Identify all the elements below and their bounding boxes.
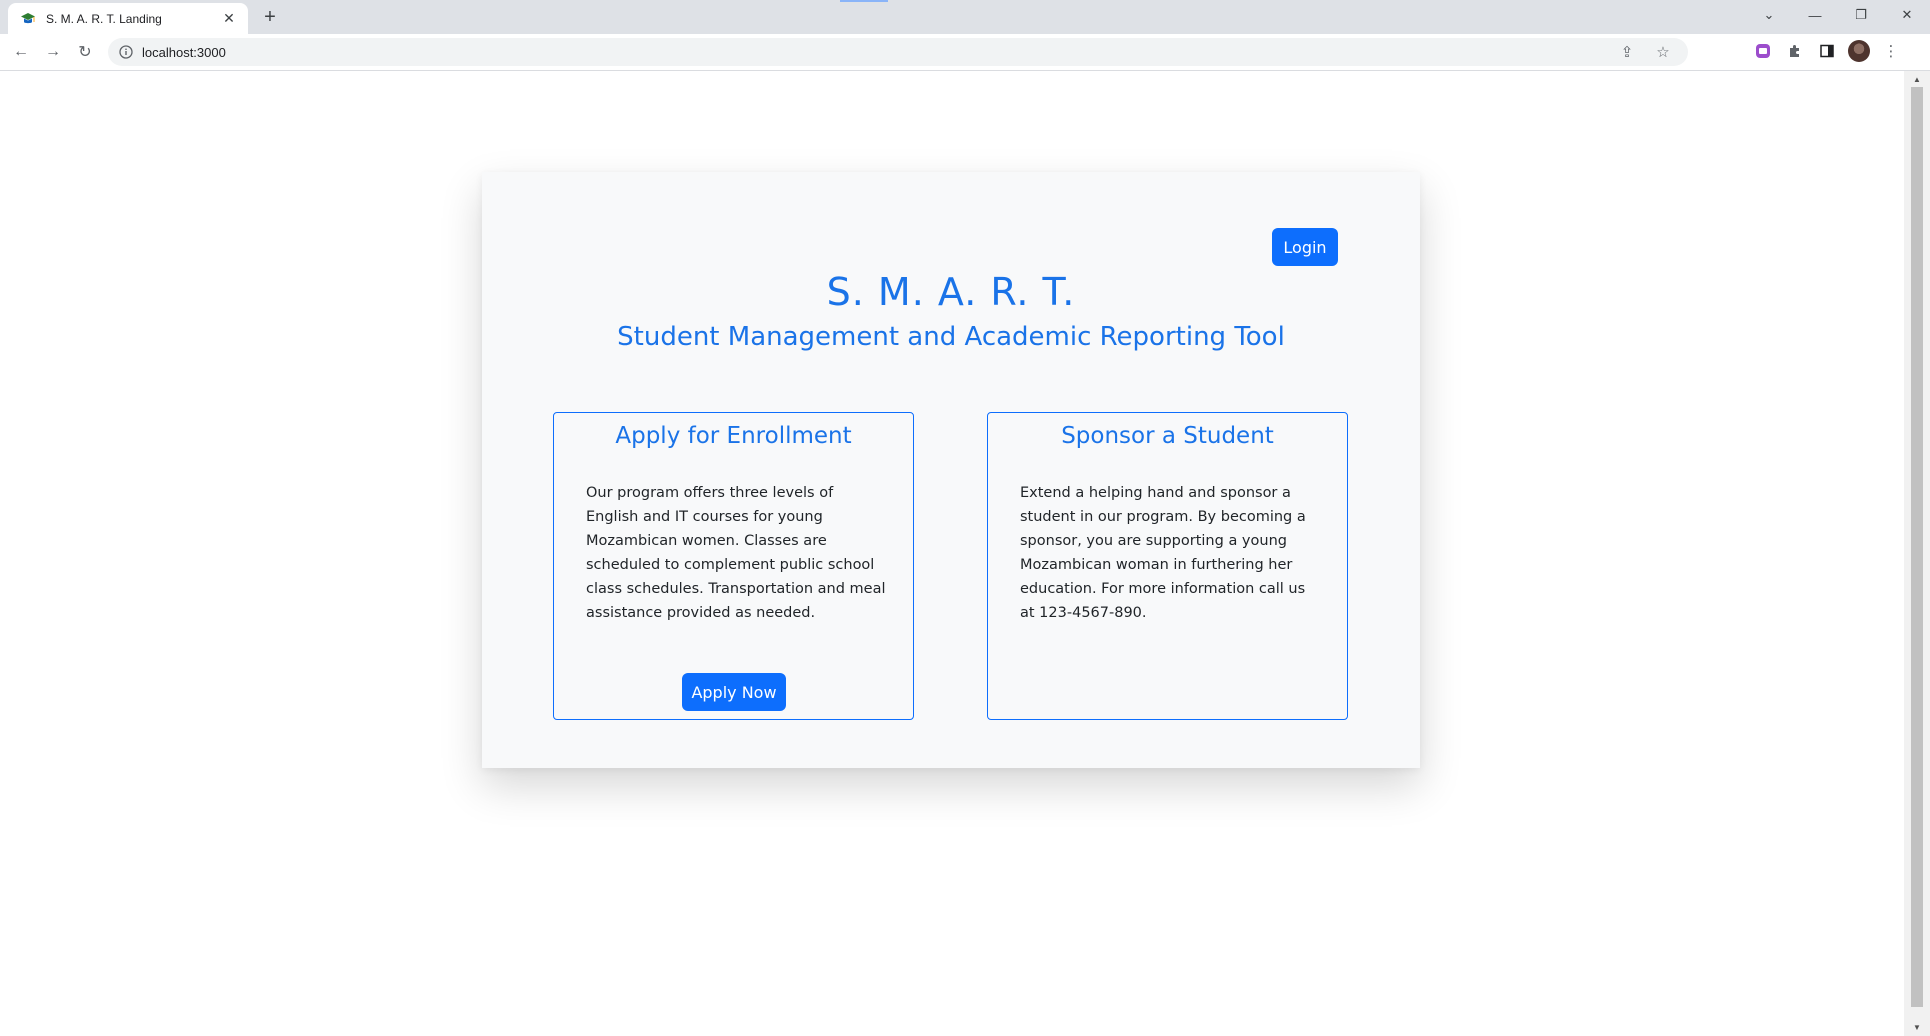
avatar[interactable] bbox=[1848, 40, 1870, 62]
scroll-up-icon[interactable]: ▲ bbox=[1911, 73, 1923, 85]
vertical-scrollbar[interactable]: ▲ ▼ bbox=[1904, 71, 1930, 1036]
tab-strip: S. M. A. R. T. Landing ✕ + ⌄ — ❐ ✕ bbox=[0, 0, 1930, 34]
minimize-button[interactable]: — bbox=[1792, 0, 1838, 30]
address-bar[interactable]: localhost:3000 ⇪ ☆ bbox=[108, 38, 1688, 66]
page-viewport: Login S. M. A. R. T. Student Management … bbox=[0, 71, 1904, 1036]
enrollment-description: Our program offers three levels of Engli… bbox=[586, 485, 886, 621]
tab-title: S. M. A. R. T. Landing bbox=[46, 11, 162, 26]
login-button[interactable]: Login bbox=[1272, 228, 1338, 266]
enrollment-panel: Apply for Enrollment Our program offers … bbox=[553, 412, 914, 720]
sponsor-title: Sponsor a Student bbox=[1061, 423, 1274, 449]
close-window-button[interactable]: ✕ bbox=[1884, 0, 1930, 30]
plus-icon[interactable]: + bbox=[258, 5, 282, 29]
tab-search-icon[interactable]: ⌄ bbox=[1746, 0, 1792, 30]
scrollbar-thumb[interactable] bbox=[1911, 87, 1923, 1007]
graduation-cap-icon bbox=[20, 11, 36, 27]
restore-button[interactable]: ❐ bbox=[1838, 0, 1884, 30]
enrollment-title: Apply for Enrollment bbox=[615, 423, 852, 449]
puzzle-icon[interactable] bbox=[1784, 40, 1806, 62]
sponsor-description: Extend a helping hand and sponsor a stud… bbox=[1020, 485, 1306, 621]
sponsor-panel: Sponsor a Student Extend a helping hand … bbox=[987, 412, 1348, 720]
extension-app-icon[interactable] bbox=[1752, 40, 1774, 62]
reload-icon[interactable]: ↻ bbox=[73, 40, 97, 64]
arrow-left-icon[interactable]: ← bbox=[9, 40, 33, 64]
share-icon[interactable]: ⇪ bbox=[1616, 41, 1638, 63]
landing-card: Login S. M. A. R. T. Student Management … bbox=[482, 172, 1420, 768]
arrow-right-icon[interactable]: → bbox=[41, 40, 65, 64]
close-icon[interactable]: ✕ bbox=[220, 10, 238, 28]
browser-tab[interactable]: S. M. A. R. T. Landing ✕ bbox=[8, 3, 248, 34]
browser-toolbar: ← → ↻ localhost:3000 ⇪ ☆ ⋮ bbox=[0, 34, 1930, 71]
page-title: S. M. A. R. T. bbox=[826, 270, 1076, 314]
star-icon[interactable]: ☆ bbox=[1652, 41, 1674, 63]
apply-now-button[interactable]: Apply Now bbox=[682, 673, 786, 711]
scroll-down-icon[interactable]: ▼ bbox=[1911, 1021, 1923, 1033]
tab-drag-indicator bbox=[840, 0, 888, 2]
side-panel-icon[interactable] bbox=[1816, 40, 1838, 62]
info-icon[interactable] bbox=[118, 44, 134, 60]
url-text: localhost:3000 bbox=[142, 44, 226, 60]
page-subtitle: Student Management and Academic Reportin… bbox=[617, 322, 1285, 352]
window-controls: ⌄ — ❐ ✕ bbox=[1746, 0, 1930, 30]
kebab-menu-icon[interactable]: ⋮ bbox=[1880, 40, 1902, 62]
